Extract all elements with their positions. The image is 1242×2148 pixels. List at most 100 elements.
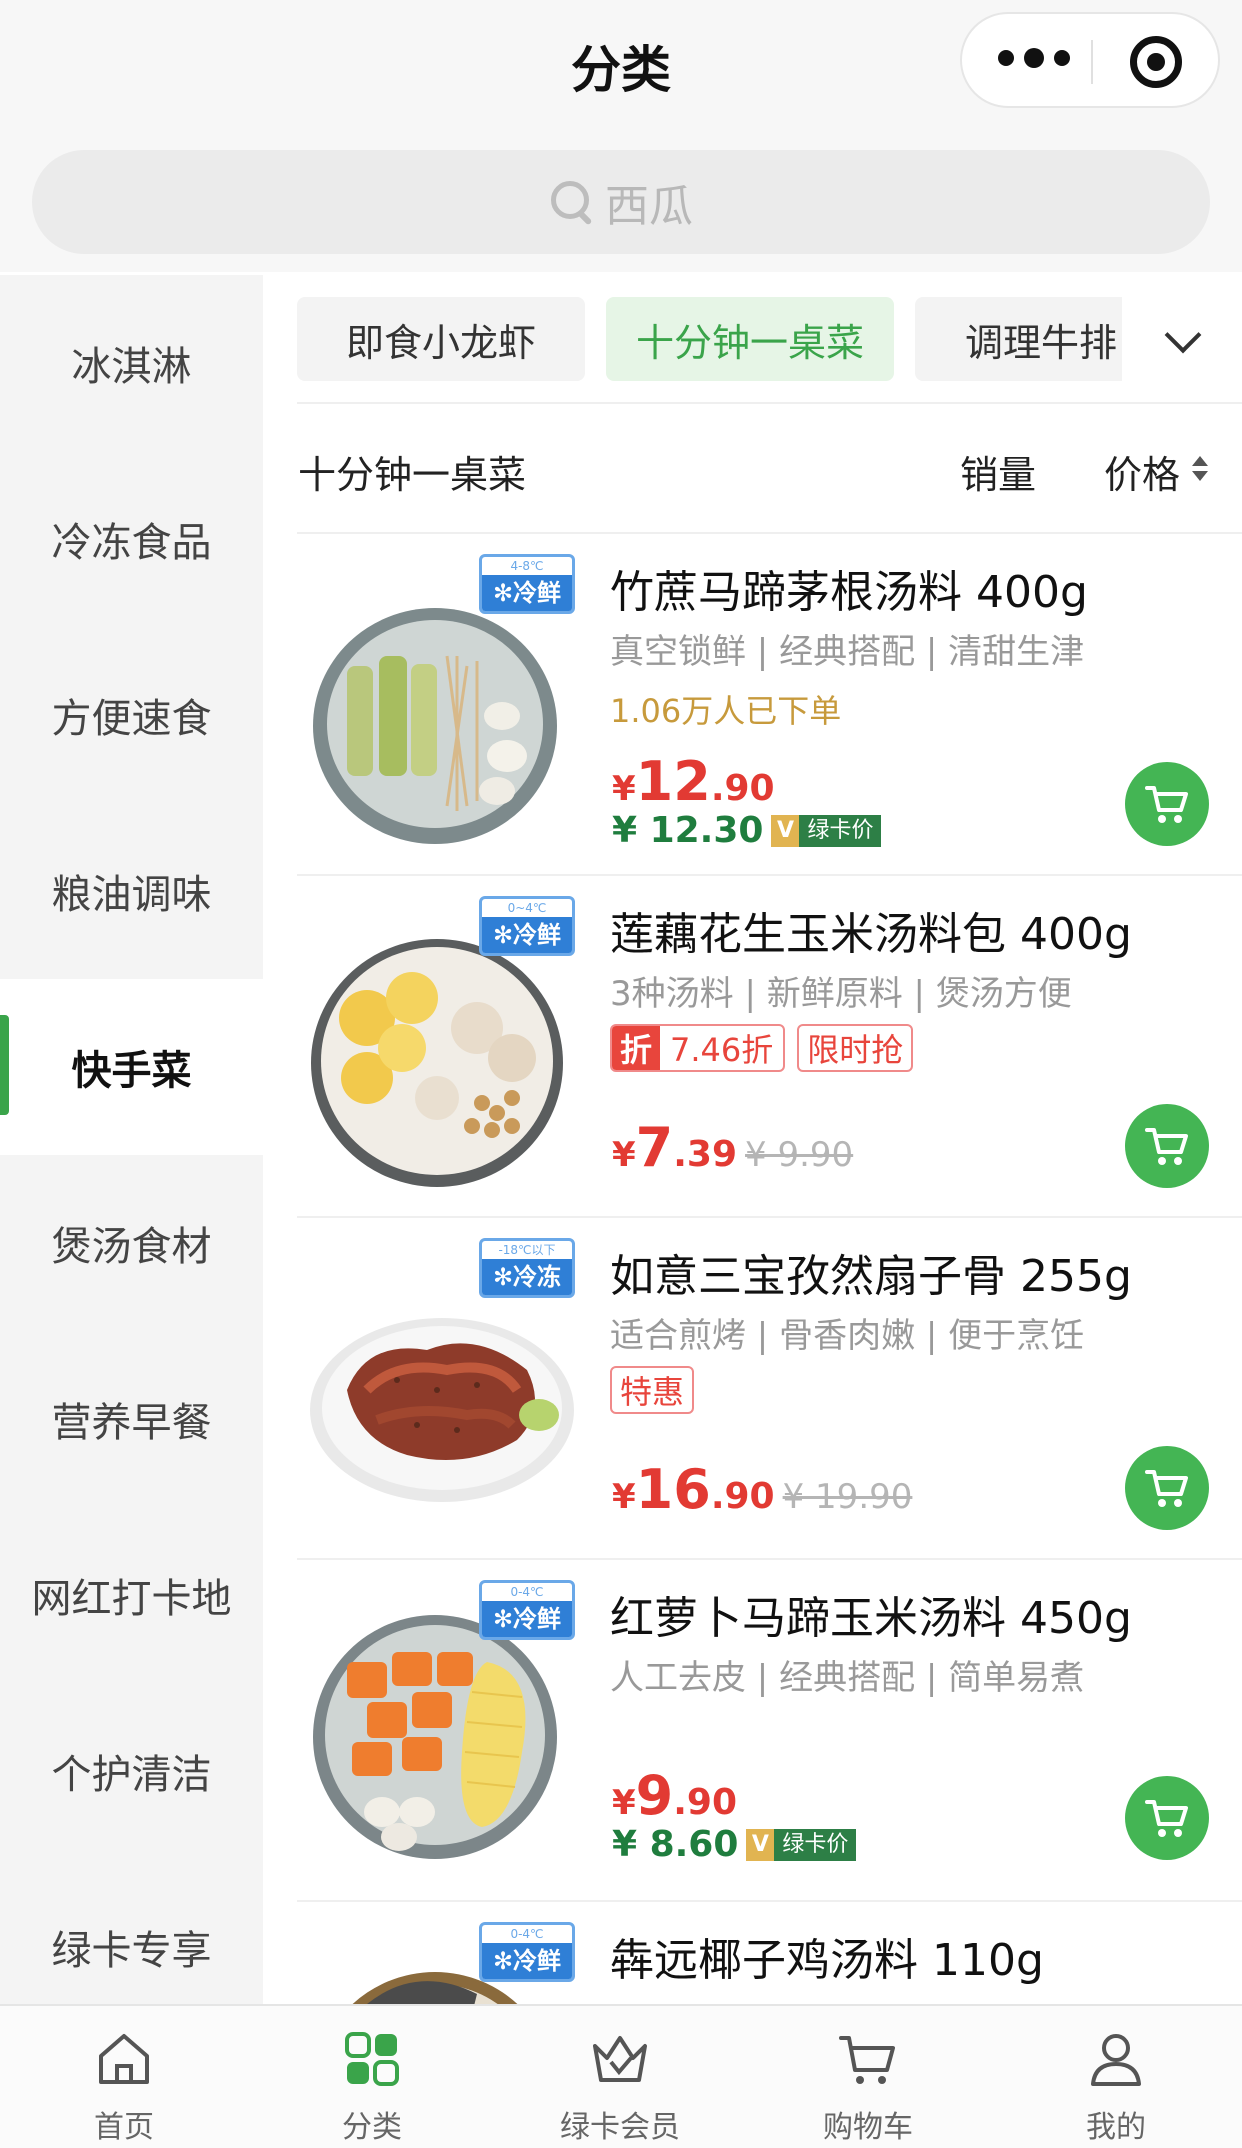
nav-cart[interactable]: 购物车 [744, 2006, 992, 2148]
divider [297, 402, 1242, 404]
nav-label: 分类 [342, 2110, 402, 2145]
cold-fresh-badge: 0~4℃ ✻冷鲜 [479, 896, 575, 956]
sidebar-item-soup-ingredients[interactable]: 煲汤食材 [0, 1155, 263, 1331]
add-to-cart-button[interactable] [1125, 1776, 1209, 1860]
sidebar-item-ice-cream[interactable]: 冰淇淋 [0, 275, 263, 451]
sidebar-item-breakfast[interactable]: 营养早餐 [0, 1331, 263, 1507]
sold-count: 1.06万人已下单 [610, 692, 842, 730]
frozen-badge: -18℃以下 ✻冷冻 [479, 1238, 575, 1298]
chevron-down-icon[interactable] [1164, 322, 1200, 358]
price-integer: 16 [635, 1458, 711, 1521]
sidebar-item-label: 方便速食 [51, 696, 212, 742]
search-placeholder: 西瓜 [605, 181, 693, 232]
sidebar-item-instant-food[interactable]: 方便速食 [0, 627, 263, 803]
sidebar-item-grain-oil[interactable]: 粮油调味 [0, 803, 263, 979]
nav-label: 我的 [1086, 2110, 1146, 2145]
member-price-badge: V 绿卡价 [746, 1828, 857, 1861]
sidebar-item-label: 煲汤食材 [51, 1224, 212, 1270]
product-card[interactable]: 0-4℃ ✻冷鲜 犇远椰子鸡汤料 110g [297, 1902, 1242, 2004]
subcategory-tabs: 即食小龙虾 十分钟一桌菜 调理牛排 [297, 297, 1122, 381]
sidebar-item-label: 冰淇淋 [71, 344, 192, 390]
product-card[interactable]: 0-4℃ ✻冷鲜 红萝卜马蹄玉米汤料 450g 人工去皮 | 经典搭配 | 简单… [297, 1560, 1242, 1902]
category-grid-icon [345, 2032, 399, 2086]
product-tags: 人工去皮 | 经典搭配 | 简单易煮 [610, 1658, 1085, 1698]
product-name: 莲藕花生玉米汤料包 400g [610, 909, 1132, 960]
nav-label: 首页 [94, 2110, 154, 2145]
price-integer: 7 [635, 1116, 674, 1179]
member-v-mark: V [771, 814, 800, 847]
member-price-label: 绿卡价 [799, 814, 882, 847]
capsule-divider [1091, 40, 1093, 84]
add-to-cart-button[interactable] [1125, 1446, 1209, 1530]
member-v-mark: V [746, 1828, 775, 1861]
cart-icon [1145, 786, 1188, 823]
price: ¥ 16 .90 ¥ 19.90 [612, 1458, 912, 1521]
nav-home[interactable]: 首页 [0, 2006, 248, 2148]
sort-by-price-button[interactable]: 价格 [1104, 444, 1180, 499]
currency: ¥ [612, 1135, 636, 1175]
more-icon[interactable] [998, 48, 1070, 68]
original-price: ¥ 9.90 [745, 1135, 854, 1175]
miniprogram-capsule [960, 12, 1220, 108]
discount-badge: 折 7.46折 [610, 1024, 786, 1072]
cart-icon [839, 2036, 895, 2084]
flash-sale-badge: 限时抢 [797, 1024, 914, 1072]
nav-profile[interactable]: 我的 [992, 2006, 1240, 2148]
special-offer-badge: 特惠 [610, 1366, 695, 1414]
sort-by-sales-button[interactable]: 销量 [960, 444, 1036, 499]
sort-arrows-icon[interactable] [1190, 456, 1210, 484]
nav-member[interactable]: 绿卡会员 [496, 2006, 744, 2148]
sidebar-item-label: 网红打卡地 [31, 1576, 232, 1622]
price: ¥ 7 .39 ¥ 9.90 [612, 1116, 853, 1179]
price-decimal: .39 [673, 1134, 738, 1175]
cart-icon [1145, 1470, 1188, 1507]
sidebar-item-trending[interactable]: 网红打卡地 [0, 1507, 263, 1683]
section-title: 十分钟一桌菜 [298, 453, 527, 497]
product-card[interactable]: -18℃以下 ✻冷冻 如意三宝孜然扇子骨 255g 适合煎烤 | 骨香肉嫩 | … [297, 1218, 1242, 1560]
badge-temperature: 0-4℃ [510, 1927, 544, 1941]
sidebar-item-frozen-food[interactable]: 冷冻食品 [0, 451, 263, 627]
badge-temperature: 0~4℃ [507, 901, 547, 915]
home-icon [99, 2034, 149, 2084]
add-to-cart-button[interactable] [1125, 1104, 1209, 1188]
member-price-row: ¥ 12.30 V 绿卡价 [612, 810, 882, 851]
badge-label: ✻冷冻 [482, 1259, 572, 1295]
product-name: 红萝卜马蹄玉米汤料 450g [610, 1593, 1132, 1644]
sidebar-item-quick-dishes[interactable]: 快手菜 [0, 979, 263, 1155]
close-target-icon[interactable] [1130, 36, 1182, 88]
sidebar-item-label: 营养早餐 [51, 1400, 212, 1446]
nav-category[interactable]: 分类 [248, 2006, 496, 2148]
product-name: 如意三宝孜然扇子骨 255g [610, 1251, 1132, 1302]
sidebar-item-personal-care[interactable]: 个护清洁 [0, 1683, 263, 1859]
product-name: 竹蔗马蹄茅根汤料 400g [610, 567, 1088, 618]
badge-label: ✻冷鲜 [482, 917, 572, 953]
user-icon [1091, 2034, 1141, 2086]
sidebar-item-label: 粮油调味 [51, 872, 212, 918]
tab-steak[interactable]: 调理牛排 [915, 297, 1122, 381]
search-icon [549, 179, 595, 225]
add-to-cart-button[interactable] [1125, 762, 1209, 846]
price-integer: 12 [635, 750, 711, 813]
badge-label: ✻冷鲜 [482, 1943, 572, 1979]
discount-rate: 7.46折 [670, 1031, 774, 1069]
cold-fresh-badge: 0-4℃ ✻冷鲜 [479, 1580, 575, 1640]
product-card[interactable]: 0~4℃ ✻冷鲜 莲藕花生玉米汤料包 400g 3种汤料 | 新鲜原料 | 煲汤… [297, 876, 1242, 1218]
cart-icon [1145, 1800, 1188, 1837]
tab-ten-minute-dishes[interactable]: 十分钟一桌菜 [606, 297, 894, 381]
badge-temperature: -18℃以下 [498, 1243, 556, 1257]
product-tags: 3种汤料 | 新鲜原料 | 煲汤方便 [610, 974, 1072, 1014]
nav-label: 绿卡会员 [560, 2110, 680, 2145]
search-input[interactable]: 西瓜 [32, 150, 1210, 254]
currency: ¥ [612, 1477, 636, 1517]
member-price-badge: V 绿卡价 [771, 814, 882, 847]
tab-crayfish[interactable]: 即食小龙虾 [297, 297, 585, 381]
sidebar-item-label: 快手菜 [71, 1048, 192, 1094]
cold-fresh-badge: 4-8℃ ✻冷鲜 [479, 554, 575, 614]
price-decimal: .90 [673, 1782, 738, 1823]
product-name: 犇远椰子鸡汤料 110g [610, 1935, 1044, 1986]
price: ¥ 9 .90 [612, 1764, 737, 1827]
member-price: ¥ 12.30 [612, 810, 764, 851]
currency: ¥ [612, 769, 636, 809]
product-card[interactable]: 4-8℃ ✻冷鲜 竹蔗马蹄茅根汤料 400g 真空锁鲜 | 经典搭配 | 清甜生… [297, 534, 1242, 876]
bottom-tab-bar: 首页 分类 绿卡会员 购物车 我的 [0, 2004, 1242, 2148]
